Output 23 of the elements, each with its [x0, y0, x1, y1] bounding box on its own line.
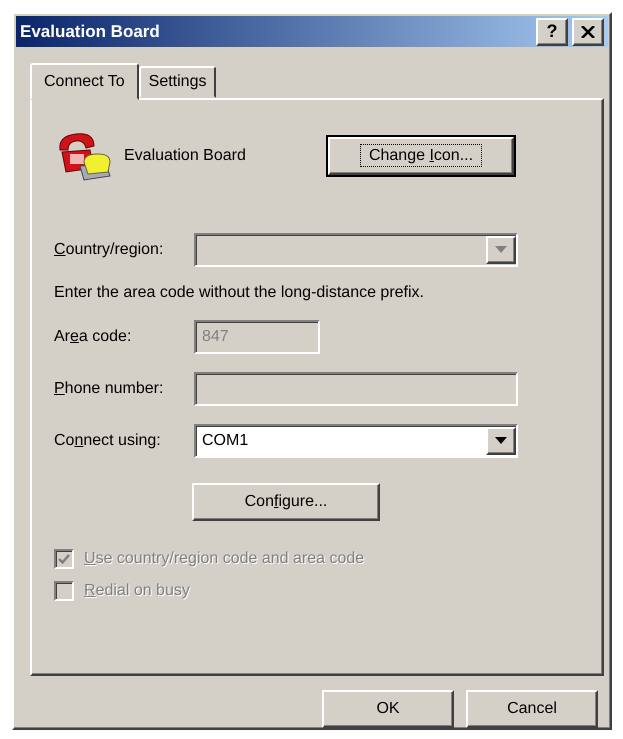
help-button[interactable]: ? — [536, 18, 568, 46]
checkbox-label: Redial on busy — [84, 582, 190, 600]
instruction-text: Enter the area code without the long-distance prefix. — [54, 284, 425, 302]
dialog-button[interactable]: Cancel — [466, 690, 598, 728]
tab[interactable]: Settings — [138, 66, 216, 98]
caret-icon — [495, 437, 507, 444]
change-icon-button[interactable]: Change Icon... — [328, 137, 514, 175]
close-button[interactable] — [572, 18, 604, 46]
window-title: Evaluation Board — [20, 22, 161, 42]
dropdown-field[interactable]: COM1 — [194, 424, 518, 458]
tab[interactable]: Connect To — [30, 63, 139, 100]
field-label: Area code: — [54, 328, 132, 346]
field-label: Phone number: — [54, 380, 164, 398]
close-icon — [581, 26, 595, 38]
checkmark-icon — [58, 554, 70, 564]
dropdown-arrow-button[interactable] — [486, 426, 516, 454]
checkbox-label: Use country/region code and area code — [84, 550, 364, 568]
connection-name: Evaluation Board — [124, 147, 247, 165]
caret-icon — [495, 246, 507, 253]
field-label: Connect using: — [54, 432, 162, 450]
configure-button[interactable]: Configure... — [192, 483, 380, 521]
dialog-button[interactable]: OK — [322, 690, 454, 728]
field-label: Country/region: — [54, 240, 164, 258]
